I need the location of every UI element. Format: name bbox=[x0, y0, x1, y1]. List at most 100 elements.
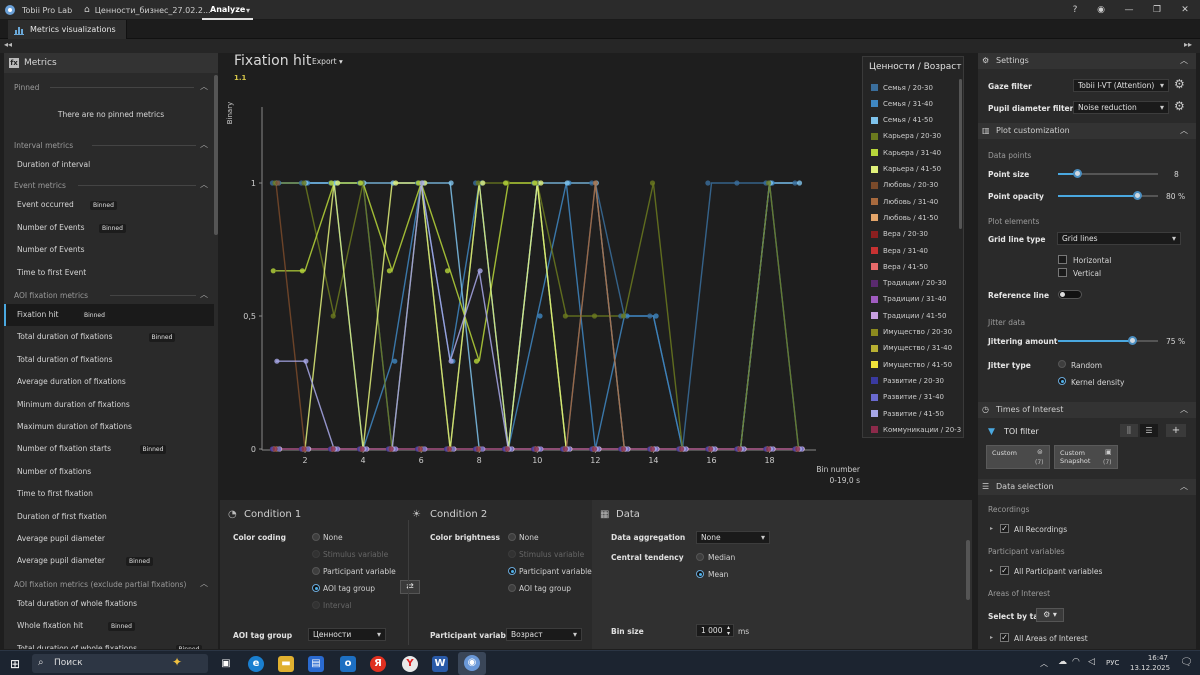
grid-view-icon[interactable]: ⣿ bbox=[1120, 424, 1138, 437]
section-label[interactable]: Interval metrics bbox=[14, 141, 73, 150]
data-point[interactable] bbox=[270, 268, 276, 274]
horizontal-checkbox[interactable] bbox=[1058, 255, 1067, 264]
file-explorer-icon[interactable]: ▬ bbox=[278, 656, 294, 672]
legend-entry[interactable]: Вера / 41-50 bbox=[871, 261, 928, 272]
metrics-visualizations-tab[interactable]: Metrics visualizations bbox=[8, 20, 127, 39]
tray-cloud-icon[interactable]: ☁ bbox=[1058, 657, 1067, 667]
legend-entry[interactable]: Традиции / 41-50 bbox=[871, 310, 946, 321]
toi-chip[interactable]: Custom Snapshot (7) ▣ bbox=[1054, 445, 1118, 469]
legend-entry[interactable]: Вера / 31-40 bbox=[871, 245, 928, 256]
legend-entry[interactable]: Семья / 31-40 bbox=[871, 98, 933, 109]
data-point[interactable] bbox=[335, 180, 341, 186]
yandex-icon[interactable]: Y bbox=[402, 656, 418, 672]
wifi-icon[interactable]: ◠ bbox=[1072, 657, 1080, 667]
expand-icon[interactable]: ▸ bbox=[990, 567, 993, 574]
data-point[interactable] bbox=[274, 358, 280, 364]
metric-item[interactable]: Duration of interval bbox=[4, 154, 214, 176]
fixation-chart[interactable]: 00,512 4 6 8 10 12 14 16 18BinaryBin number0-19,… bbox=[220, 83, 860, 498]
metric-item[interactable]: Total duration of fixations Binned bbox=[4, 326, 214, 348]
data-point[interactable] bbox=[504, 446, 510, 452]
data-point[interactable] bbox=[766, 180, 772, 186]
legend-entry[interactable]: Развитие / 20-30 bbox=[871, 375, 944, 386]
data-point[interactable] bbox=[448, 180, 454, 186]
data-point[interactable] bbox=[591, 446, 598, 452]
metric-item[interactable]: Number of fixation starts Binned bbox=[4, 438, 214, 460]
metric-item[interactable]: Time to first fixation bbox=[4, 483, 214, 505]
all-recordings-checkbox[interactable]: ✓ bbox=[1000, 524, 1009, 533]
condition1-radio[interactable] bbox=[312, 533, 320, 541]
edge-icon[interactable]: e bbox=[248, 656, 264, 672]
data-point[interactable] bbox=[766, 446, 772, 452]
metric-item[interactable]: Total duration of whole fixations bbox=[4, 593, 214, 615]
metric-item[interactable]: Number of Events Binned bbox=[4, 217, 214, 239]
metric-item[interactable]: Maximum duration of fixations bbox=[4, 416, 214, 438]
data-point[interactable] bbox=[473, 358, 480, 364]
legend-entry[interactable]: Развитие / 31-40 bbox=[871, 392, 944, 403]
maximize-icon[interactable]: ❐ bbox=[1150, 3, 1164, 17]
data-point[interactable] bbox=[328, 180, 334, 186]
data-point[interactable] bbox=[620, 313, 627, 319]
data-point[interactable] bbox=[620, 446, 627, 452]
data-point[interactable] bbox=[417, 446, 423, 452]
data-point[interactable] bbox=[301, 446, 307, 452]
close-icon[interactable]: ✕ bbox=[1178, 3, 1192, 17]
data-aggregation-select[interactable]: None bbox=[696, 531, 770, 544]
pinned-section-label[interactable]: Pinned bbox=[14, 83, 39, 92]
data-point[interactable] bbox=[272, 446, 278, 452]
data-point[interactable] bbox=[649, 180, 656, 186]
point-opacity-knob[interactable] bbox=[1133, 191, 1142, 200]
minimize-icon[interactable]: — bbox=[1122, 3, 1136, 17]
expand-icon[interactable]: ▸ bbox=[990, 525, 993, 532]
legend-entry[interactable]: Любовь / 20-30 bbox=[871, 180, 938, 191]
legend-entry[interactable]: Имущество / 20-30 bbox=[871, 327, 952, 338]
data-point[interactable] bbox=[532, 180, 538, 186]
data-point[interactable] bbox=[649, 446, 656, 452]
plot-customization-header[interactable]: ▥ Plot customization ︿ bbox=[978, 123, 1196, 139]
data-point[interactable] bbox=[562, 446, 568, 452]
data-point[interactable] bbox=[275, 180, 281, 186]
yandex-browser-icon[interactable]: Я bbox=[370, 656, 386, 672]
chevron-up-icon[interactable]: ︿ bbox=[200, 291, 210, 299]
volume-icon[interactable]: ◁ bbox=[1088, 657, 1095, 667]
metrics-scrollbar[interactable] bbox=[214, 75, 218, 235]
vertical-checkbox[interactable] bbox=[1058, 268, 1067, 277]
language-indicator[interactable]: РУС bbox=[1106, 659, 1119, 667]
clock-date[interactable]: 13.12.2025 bbox=[1130, 664, 1170, 672]
pupil-filter-select[interactable]: Noise reduction bbox=[1073, 101, 1169, 114]
data-point[interactable] bbox=[647, 313, 653, 319]
metric-item[interactable]: Whole fixation hit Binned bbox=[4, 615, 214, 637]
pupil-filter-gear-icon[interactable]: ⚙ bbox=[1174, 99, 1185, 113]
app-tab[interactable]: Tobii Pro Lab bbox=[4, 0, 72, 20]
legend-entry[interactable]: Карьера / 20-30 bbox=[871, 131, 941, 142]
legend-entry[interactable]: Семья / 20-30 bbox=[871, 82, 933, 93]
condition1-radio[interactable] bbox=[312, 584, 320, 592]
list-view-icon[interactable]: ☰ bbox=[1140, 424, 1158, 437]
data-point[interactable] bbox=[533, 446, 539, 452]
legend-entry[interactable]: Развитие / 41-50 bbox=[871, 408, 944, 419]
legend-entry[interactable]: Вера / 20-30 bbox=[871, 229, 928, 240]
data-point[interactable] bbox=[357, 180, 363, 186]
condition1-radio[interactable] bbox=[312, 567, 320, 575]
tray-chevron-icon[interactable]: ︿ bbox=[1040, 658, 1048, 669]
legend-entry[interactable]: Традиции / 20-30 bbox=[871, 278, 946, 289]
data-point[interactable] bbox=[562, 313, 568, 319]
point-size-knob[interactable] bbox=[1073, 169, 1082, 178]
gaze-filter-gear-icon[interactable]: ⚙ bbox=[1174, 77, 1185, 91]
section-label[interactable]: AOI fixation metrics bbox=[14, 291, 88, 300]
chevron-up-icon[interactable]: ︿ bbox=[200, 141, 210, 149]
export-button[interactable]: Export ▾ bbox=[312, 57, 343, 66]
metric-item[interactable]: Total duration of whole fixations Binned bbox=[4, 638, 214, 649]
clock-time[interactable]: 16:47 bbox=[1132, 654, 1168, 662]
data-point[interactable] bbox=[679, 446, 685, 452]
condition2-radio[interactable] bbox=[508, 584, 516, 592]
store-icon[interactable]: ▤ bbox=[308, 656, 324, 672]
legend-entry[interactable]: Имущество / 41-50 bbox=[871, 359, 952, 370]
metric-item[interactable]: Event occurred Binned bbox=[4, 194, 214, 216]
metric-item[interactable]: Total duration of fixations bbox=[4, 349, 214, 371]
data-point[interactable] bbox=[795, 446, 801, 452]
kernel-density-radio[interactable] bbox=[1058, 377, 1066, 385]
data-point[interactable] bbox=[299, 268, 305, 274]
data-point[interactable] bbox=[653, 313, 659, 319]
data-point[interactable] bbox=[705, 180, 711, 186]
data-point[interactable] bbox=[792, 180, 798, 186]
